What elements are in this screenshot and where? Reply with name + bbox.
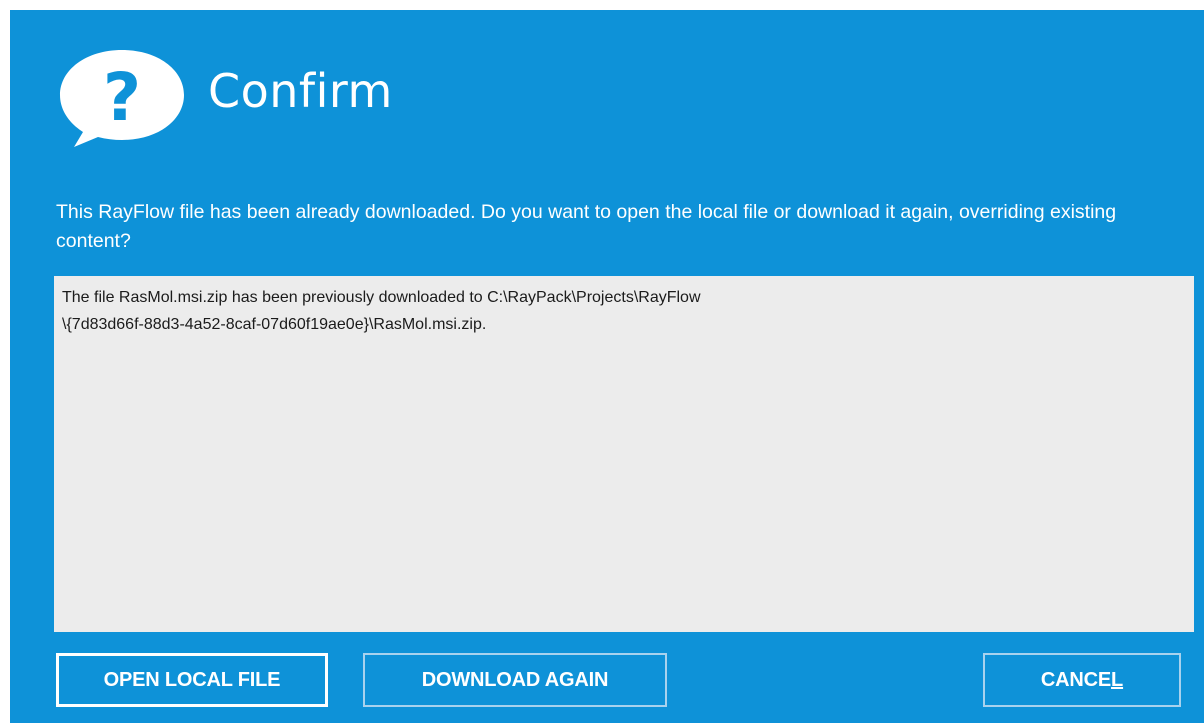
download-again-button[interactable]: DOWNLOAD AGAIN [363, 653, 667, 707]
svg-text:?: ? [103, 59, 141, 136]
cancel-button[interactable]: CANCE L [983, 653, 1181, 707]
details-textbox[interactable]: The file RasMol.msi.zip has been previou… [54, 276, 1194, 632]
question-speech-bubble-icon: ? [60, 50, 184, 147]
confirm-dialog: ? Confirm This RayFlow file has been alr… [10, 10, 1204, 723]
confirm-message: This RayFlow file has been already downl… [56, 201, 1117, 252]
open-local-file-button[interactable]: OPEN LOCAL FILE [56, 653, 328, 707]
cancel-mnemonic: L [1111, 668, 1124, 691]
dialog-title: Confirm [208, 64, 393, 118]
details-line: \{7d83d66f-88d3-4a52-8caf-07d60f19ae0e}\… [62, 316, 487, 333]
details-line: The file RasMol.msi.zip has been previou… [62, 289, 701, 306]
cancel-label: CANCE [1040, 668, 1112, 691]
dialog-header: ? Confirm [52, 48, 393, 148]
